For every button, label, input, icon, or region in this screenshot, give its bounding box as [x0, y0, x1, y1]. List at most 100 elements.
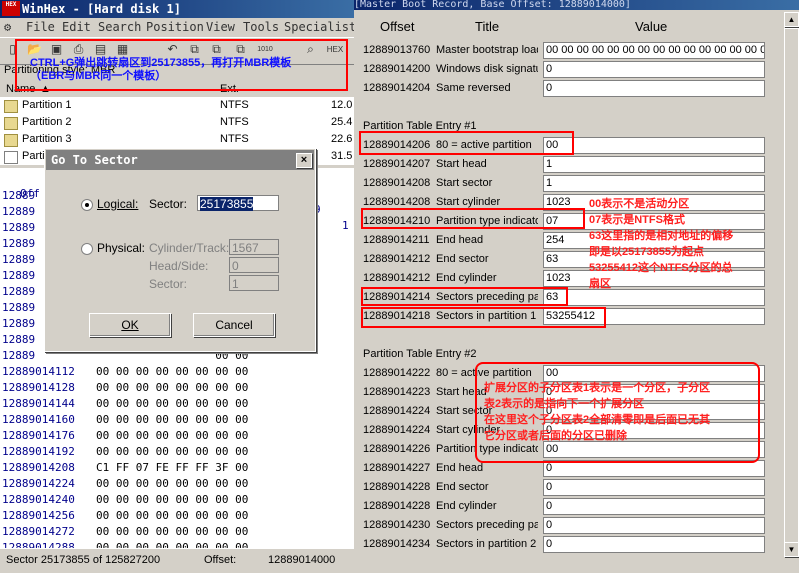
header-value: Value [635, 19, 668, 34]
hex-row-offset: 12889 [2, 333, 36, 346]
menu-tools[interactable]: Tools [243, 18, 279, 36]
template-scrollbar[interactable]: ▲ ▼ [784, 12, 799, 557]
dialog-title-bar[interactable]: Go To Sector × [46, 150, 314, 170]
hex-row-offset: 12889014128 [2, 381, 75, 394]
hex-row-offset: 12889014256 [2, 509, 75, 522]
hex-row[interactable]: 12889014224 00 00 00 00 00 00 00 00 [0, 476, 355, 492]
template-row[interactable]: 12889013760 Master bootstrap load 00 00 00… [354, 41, 784, 60]
row-value-field[interactable]: 1 [543, 175, 765, 192]
hex-row[interactable]: 12889014192 00 00 00 00 00 00 00 00 [0, 444, 355, 460]
row-value-field[interactable]: 0 [543, 80, 765, 97]
template-row[interactable]: 12889014228 End cylinder 0 [354, 497, 784, 516]
partition-icon [4, 117, 18, 130]
partition-size: 22.6 [331, 133, 353, 145]
head-label: Head/Side: [149, 259, 209, 273]
template-row[interactable]: 12889014204 Same reversed 0 [354, 79, 784, 98]
hex-row-offset: 12889 [2, 205, 36, 218]
go-to-sector-dialog: Go To Sector × Logical: Sector: 25173855… [44, 148, 316, 352]
hex-row-bytes: 00 00 00 00 00 00 00 00 [96, 429, 249, 442]
template-row[interactable]: 12889014207 Start head 1 [354, 155, 784, 174]
logical-radio[interactable] [81, 199, 93, 211]
row-value-field[interactable]: 00 [543, 137, 765, 154]
highlight-type-indicator [361, 208, 585, 229]
template-header: Offset Title Value [354, 12, 784, 40]
scrollbar-thumb[interactable] [784, 28, 799, 548]
cylinder-label: Cylinder/Track: [149, 241, 230, 255]
row-value-field[interactable]: 0 [543, 536, 765, 553]
physical-radio[interactable] [81, 243, 93, 255]
scroll-up-icon[interactable]: ▲ [784, 12, 799, 27]
close-icon[interactable]: × [296, 153, 312, 168]
hex-row-bytes: 00 00 00 00 00 00 00 00 [96, 413, 249, 426]
partition-row[interactable]: Partition 2 NTFS 25.4 [0, 114, 355, 131]
physical-sector-input[interactable]: 1 [229, 275, 279, 291]
winhex-title-bar[interactable]: HEX WinHex - [Hard disk 1] [0, 0, 355, 18]
hex-row[interactable]: 12889014144 00 00 00 00 00 00 00 00 [0, 396, 355, 412]
partition-size: 31.5 [331, 150, 353, 162]
hex-row[interactable]: 12889014240 00 00 00 00 00 00 00 00 [0, 492, 355, 508]
hex-row-bytes: 00 00 00 00 00 00 00 00 [96, 525, 249, 538]
hex-row[interactable]: 12889014272 00 00 00 00 00 00 00 00 [0, 524, 355, 540]
hex-row[interactable]: 12889014256 00 00 00 00 00 00 00 00 [0, 508, 355, 524]
template-row[interactable]: 12889014208 Start sector 1 [354, 174, 784, 193]
partition-row[interactable]: Partition 3 NTFS 22.6 [0, 131, 355, 148]
partition-size: 25.4 [331, 116, 353, 128]
row-offset: 12889014228 [363, 500, 431, 512]
template-row[interactable]: 12889014228 End sector 0 [354, 478, 784, 497]
hex-row[interactable]: 12889014160 00 00 00 00 00 00 00 00 [0, 412, 355, 428]
hex-row-offset: 12889014112 [2, 365, 75, 378]
hex-row-offset: 12889014192 [2, 445, 75, 458]
header-title: Title [475, 19, 500, 34]
row-offset: 12889014212 [363, 253, 431, 265]
hex-row-offset: 12889 [2, 285, 36, 298]
template-row[interactable]: 12889014234 Sectors in partition 2 0 [354, 535, 784, 554]
hex-row-bytes: 00 00 00 00 00 00 00 00 [96, 381, 249, 394]
row-value-field[interactable]: 00 00 00 00 00 00 00 00 00 00 00 00 00 0… [543, 42, 765, 59]
row-value-field[interactable]: 0 [543, 479, 765, 496]
scroll-down-icon[interactable]: ▼ [784, 542, 799, 557]
hex-row[interactable]: 12889014176 00 00 00 00 00 00 00 00 [0, 428, 355, 444]
row-value-field[interactable]: 0 [543, 61, 765, 78]
logical-sector-input[interactable]: 25173855 [197, 195, 279, 211]
menu-edit[interactable]: Edit [62, 18, 91, 36]
partition-row[interactable]: Partition 1 NTFS 12.0 [0, 97, 355, 114]
hex-row[interactable]: 12889014112 00 00 00 00 00 00 00 00 [0, 364, 355, 380]
hex-row-offset: 12889014240 [2, 493, 75, 506]
row-offset: 12889014212 [363, 272, 431, 284]
template-row[interactable]: 12889014230 Sectors preceding pa 0 [354, 516, 784, 535]
cancel-button[interactable]: Cancel [193, 313, 275, 337]
hex-row-offset: 12889014208 [2, 461, 75, 474]
menu-specialist[interactable]: Specialist [284, 18, 356, 36]
menu-file[interactable]: File [26, 18, 55, 36]
hex-row-bytes: 00 00 00 00 00 00 00 00 [96, 493, 249, 506]
highlight-sectors-in-partition [361, 307, 606, 328]
cylinder-input[interactable]: 1567 [229, 239, 279, 255]
row-offset: 12889014230 [363, 519, 431, 531]
hex-row-offset: 12889014176 [2, 429, 75, 442]
row-offset: 12889014211 [363, 234, 430, 246]
row-offset: 12889014234 [363, 538, 431, 550]
ok-button[interactable]: OK [89, 313, 171, 337]
row-value-field[interactable]: 0 [543, 498, 765, 515]
row-title: Sectors in partition 2 [436, 538, 537, 550]
hex-row-offset: 12889014144 [2, 397, 75, 410]
head-input[interactable]: 0 [229, 257, 279, 273]
row-offset: 12889014226 [363, 443, 431, 455]
partition-name: Partition 3 [22, 133, 72, 145]
menu-search[interactable]: Search [98, 18, 141, 36]
menu-position[interactable]: Position [146, 18, 204, 36]
hex-row-offset: 12889 [2, 301, 36, 314]
row-value-field[interactable]: 0 [543, 517, 765, 534]
hex-row[interactable]: 12889014208 C1 FF 07 FE FF FF 3F 00 [0, 460, 355, 476]
menu-view[interactable]: View [206, 18, 235, 36]
hex-row[interactable]: 12889014128 00 00 00 00 00 00 00 00 [0, 380, 355, 396]
partition-name: Partition 1 [22, 99, 72, 111]
app-menu-icon[interactable]: ⚙ [4, 18, 11, 36]
template-title-bar[interactable]: [Master Boot Record, Base Offset: 128890… [354, 0, 799, 10]
partition-ext: NTFS [220, 99, 249, 111]
entry2-section-label: Partition Table Entry #2 [363, 348, 477, 360]
row-value-field[interactable]: 1 [543, 156, 765, 173]
row-offset: 12889013760 [363, 44, 431, 56]
menu-bar: ⚙ File Edit Search Position View Tools S… [0, 18, 356, 36]
template-row[interactable]: 12889014200 Windows disk signatu 0 [354, 60, 784, 79]
